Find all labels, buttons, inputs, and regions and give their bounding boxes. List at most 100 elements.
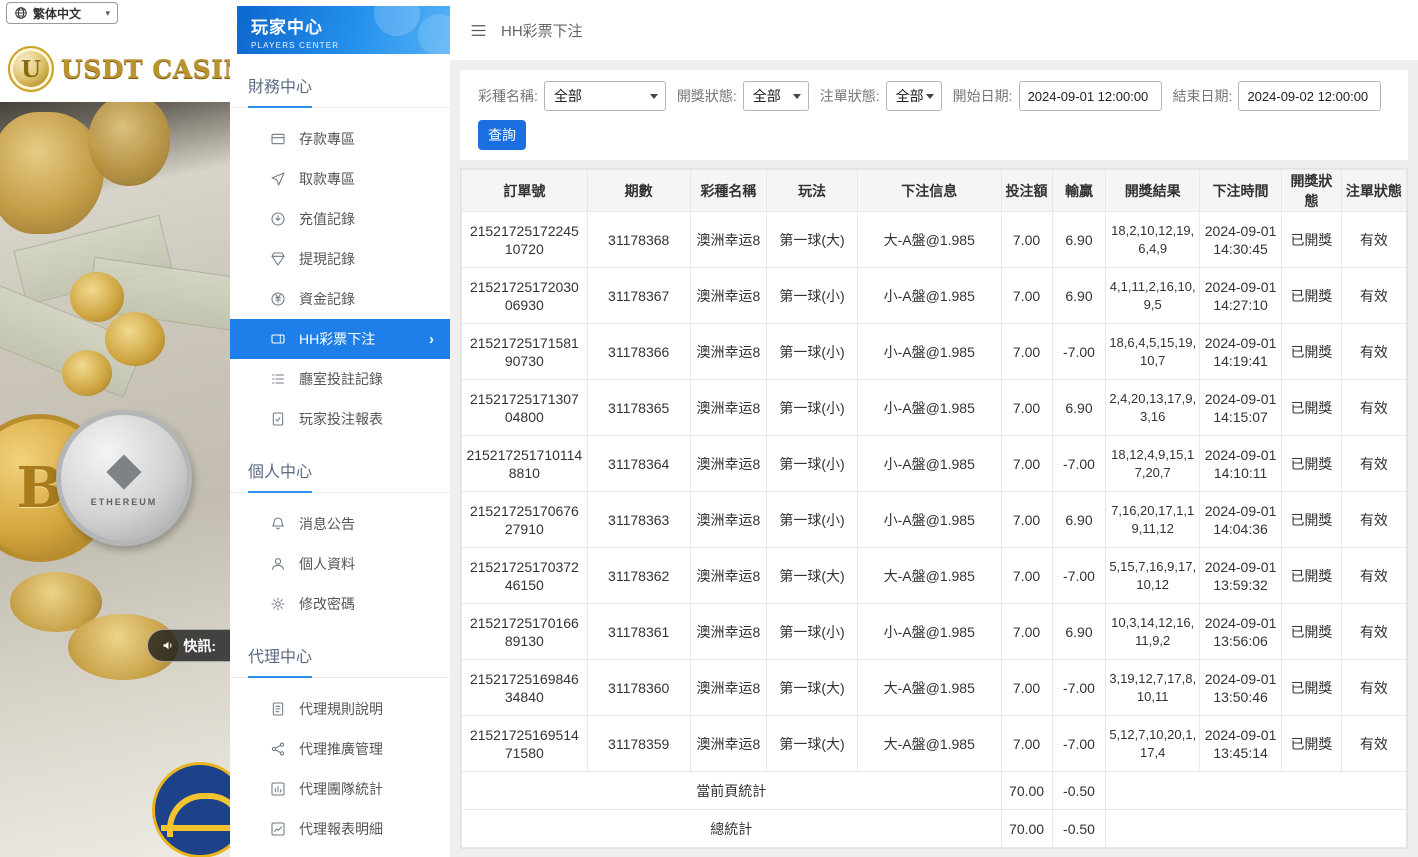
- casino-logo[interactable]: U USDT CASINO: [0, 36, 230, 102]
- player-report-icon: [270, 411, 286, 427]
- table-cell: 2152172516951471580: [461, 715, 588, 772]
- recharge-record-icon: [270, 211, 286, 227]
- table-cell: 7.00: [1000, 715, 1053, 772]
- sidebar-item-room-bet-record[interactable]: 廳室投註記錄: [230, 359, 450, 399]
- table-row: 2152172517224510720 31178368 澳洲幸运8 第一球(大) 大-…: [461, 211, 1408, 268]
- language-selector[interactable]: 繁体中文 ▾: [6, 2, 118, 24]
- table-cell: 已開獎: [1281, 603, 1342, 660]
- column-header: 訂單號: [461, 169, 588, 212]
- table-cell: 2152172517203006930: [461, 267, 588, 324]
- ethereum-coin: ◆ ETHEREUM: [56, 410, 192, 546]
- table-cell: 有效: [1340, 267, 1408, 324]
- table-cell: 7.00: [1000, 659, 1053, 716]
- sidebar-item-announcement[interactable]: 消息公告: [230, 504, 450, 544]
- table-cell: 31178365: [586, 379, 691, 436]
- column-header: 玩法: [766, 169, 858, 212]
- sidebar-item-recharge-record[interactable]: 充值記錄: [230, 199, 450, 239]
- table-cell: 澳洲幸运8: [689, 267, 768, 324]
- summary-bet-amount: 70.00: [1000, 771, 1053, 810]
- sidebar-item-password[interactable]: 修改密碼: [230, 584, 450, 624]
- table-cell: 已開獎: [1281, 323, 1342, 380]
- table-cell: 31178363: [586, 491, 691, 548]
- table-row: 2152172516984634840 31178360 澳洲幸运8 第一球(大) 大-…: [461, 659, 1408, 716]
- sidebar-item-profile[interactable]: 個人資料: [230, 544, 450, 584]
- summary-label: 總統計: [461, 809, 1002, 848]
- filter-row: 彩種名稱: 全部 開獎狀態: 全部 注單狀態: 全部 開始日期: 結束日期:: [478, 80, 1392, 112]
- sidebar-item-agent-report[interactable]: 代理報表明細: [230, 809, 450, 849]
- column-header: 彩種名稱: [689, 169, 768, 212]
- order-status-value: 全部: [895, 88, 924, 104]
- sidebar-item-withdraw[interactable]: 取款專區: [230, 159, 450, 199]
- draw-status-select[interactable]: 全部: [742, 81, 809, 111]
- agent-promotion-icon: [270, 741, 286, 757]
- table-cell: 已開獎: [1281, 211, 1342, 268]
- room-bet-record-icon: [270, 371, 286, 387]
- sidebar-item-label: 代理推廣管理: [299, 741, 383, 757]
- column-header: 下注時間: [1198, 169, 1283, 212]
- column-header: 開獎結果: [1105, 169, 1200, 212]
- profile-icon: [270, 556, 286, 572]
- table-cell: 6.90: [1051, 491, 1107, 548]
- sidebar-item-agent-team[interactable]: 代理團隊統計: [230, 769, 450, 809]
- speaker-icon: [161, 638, 176, 653]
- table-cell: 第一球(大): [766, 547, 858, 604]
- sidebar-item-deposit[interactable]: 存款專區: [230, 119, 450, 159]
- table-cell: 2152172517158190730: [461, 323, 588, 380]
- table-cell: 2152172517067627910: [461, 491, 588, 548]
- sidebar-item-label: 個人資料: [299, 556, 355, 572]
- table-row: 2152172517158190730 31178366 澳洲幸运8 第一球(小) 小-…: [461, 323, 1408, 380]
- table-cell: 有效: [1340, 547, 1408, 604]
- table-row: 2152172517016689130 31178361 澳洲幸运8 第一球(小) 小-…: [461, 603, 1408, 660]
- table-cell: 2152172517224510720: [461, 211, 588, 268]
- filter-panel: 彩種名稱: 全部 開獎狀態: 全部 注單狀態: 全部 開始日期: 結束日期:: [460, 70, 1408, 160]
- table-cell: 大-A盤@1.985: [856, 659, 1002, 716]
- globe-icon: [14, 6, 28, 20]
- sidebar-item-funds-record[interactable]: 資金記錄: [230, 279, 450, 319]
- players-center-header: 玩家中心 PLAYERS CENTER: [237, 6, 450, 54]
- table-cell: 第一球(大): [766, 211, 858, 268]
- table-cell: 第一球(小): [766, 267, 858, 324]
- sidebar-item-player-report[interactable]: 玩家投注報表: [230, 399, 450, 439]
- gold-coin-graphic: [105, 312, 165, 366]
- table-cell: 已開獎: [1281, 715, 1342, 772]
- table-cell: 31178368: [586, 211, 691, 268]
- menu-icon[interactable]: [469, 21, 488, 40]
- table-cell: 有效: [1340, 659, 1408, 716]
- sidebar-item-label: 充值記錄: [299, 211, 355, 227]
- table-cell: 已開獎: [1281, 491, 1342, 548]
- table-cell: 2152172517016689130: [461, 603, 588, 660]
- sidebar-item-agent-promotion[interactable]: 代理推廣管理: [230, 729, 450, 769]
- start-date-input[interactable]: [1018, 81, 1162, 111]
- topbar: HH彩票下注: [450, 0, 1418, 60]
- sidebar-item-agent-rules[interactable]: 代理規則說明: [230, 689, 450, 729]
- sidebar: 玩家中心 PLAYERS CENTER 財務中心 存款專區 取款專區 充值記錄 提現記錄…: [230, 0, 450, 857]
- table-cell: 澳洲幸运8: [689, 491, 768, 548]
- table-cell: 31178360: [586, 659, 691, 716]
- end-date-input[interactable]: [1238, 81, 1382, 111]
- gold-coin-graphic: [70, 272, 124, 322]
- table-cell: 10,3,14,12,16,11,9,2: [1105, 603, 1200, 660]
- bets-table-card: 訂單號 期數 彩種名稱 玩法 下注信息 投注額 輸贏 開獎結果 下注時間 開獎狀態 注單狀態 215…: [460, 168, 1408, 849]
- chevron-down-icon: ▾: [105, 7, 110, 18]
- chevron-down-icon: [925, 93, 934, 99]
- table-cell: 2024-09-01 14:15:07: [1198, 379, 1283, 436]
- table-cell: 4,1,11,2,16,10,9,5: [1105, 267, 1200, 324]
- table-cell: 澳洲幸运8: [689, 715, 768, 772]
- lottery-name-label: 彩種名稱:: [478, 88, 538, 104]
- sidebar-item-agent-members[interactable]: 代理下級會員: [230, 849, 450, 857]
- deposit-icon: [270, 131, 286, 147]
- news-ticker-button[interactable]: 快訊:: [147, 629, 230, 662]
- table-cell: 2152172517130704800: [461, 379, 588, 436]
- table-cell: 5,12,7,10,20,1,17,4: [1105, 715, 1200, 772]
- query-button[interactable]: 查詢: [478, 120, 526, 150]
- money-bag-graphic: [88, 94, 170, 186]
- sidebar-item-label: 資金記錄: [299, 291, 355, 307]
- sidebar-item-lottery-bet[interactable]: HH彩票下注 ›: [230, 319, 450, 359]
- casino-logo-text: USDT CASINO: [61, 54, 230, 84]
- order-status-select[interactable]: 全部: [885, 81, 942, 111]
- lottery-name-select[interactable]: 全部: [543, 81, 666, 111]
- column-header: 注單狀態: [1340, 169, 1408, 212]
- table-cell: 第一球(小): [766, 323, 858, 380]
- table-cell: 7.00: [1000, 547, 1053, 604]
- sidebar-item-withdraw-record[interactable]: 提現記錄: [230, 239, 450, 279]
